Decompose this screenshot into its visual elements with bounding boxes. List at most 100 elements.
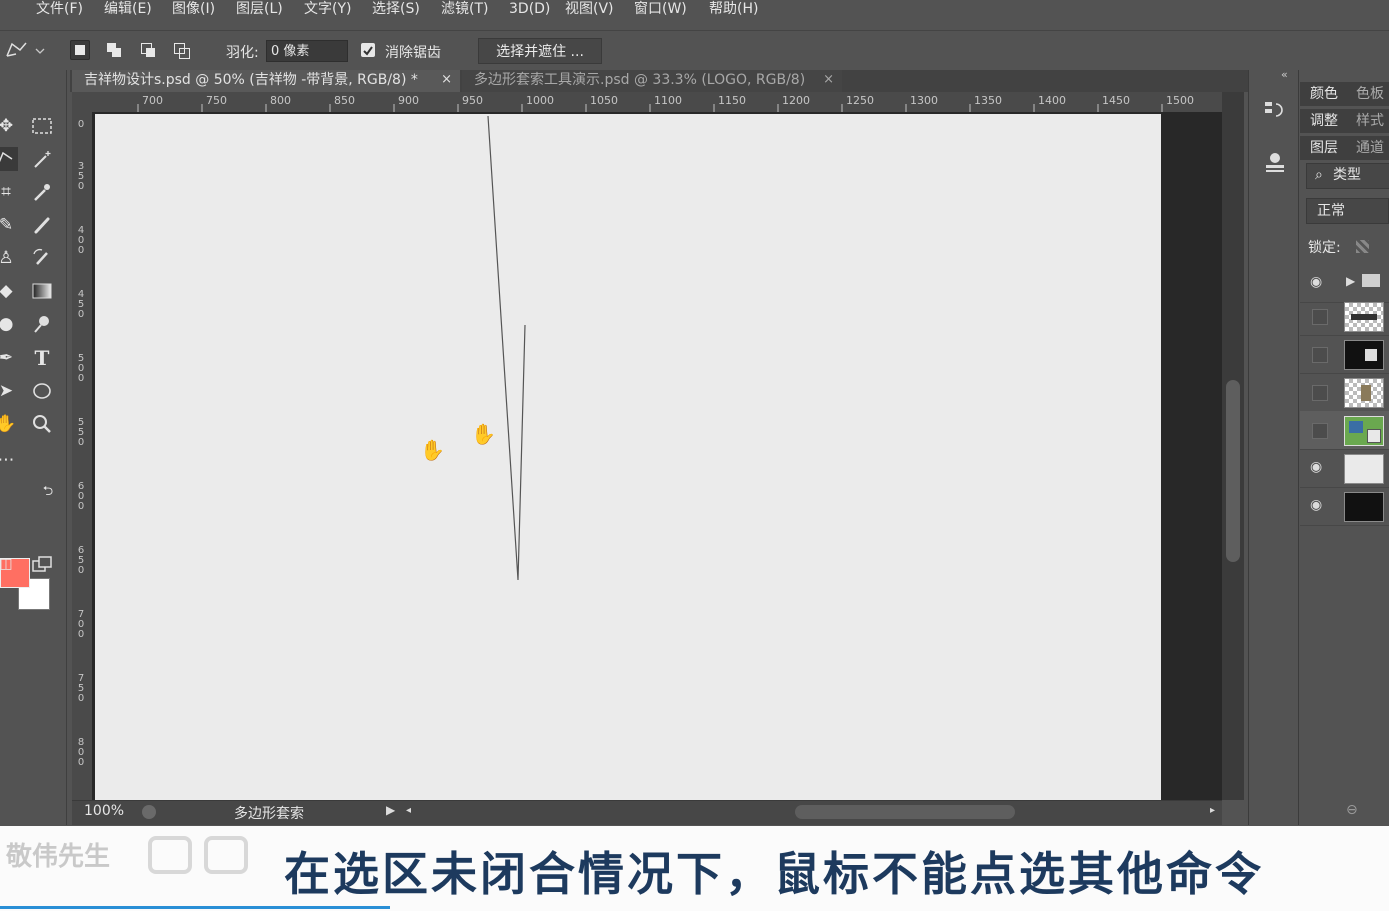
polygonal-lasso-preset-icon[interactable] (4, 40, 46, 62)
dodge-tool-icon[interactable] (30, 312, 54, 336)
status-menu-arrow-icon[interactable]: ▶ (386, 803, 395, 817)
menu-layer[interactable]: 图层(L) (236, 0, 283, 18)
layer-thumbnail (1344, 340, 1384, 370)
history-panel-icon[interactable] (1263, 98, 1287, 122)
ruler-tick: 700 (77, 609, 85, 640)
lock-transparency-icon[interactable] (1356, 240, 1369, 253)
ruler-tick: 350 (77, 161, 85, 192)
layer-thumbnail (1344, 302, 1384, 332)
eye-icon[interactable]: ◉ (1310, 274, 1322, 290)
intersect-selection-button[interactable] (171, 40, 191, 60)
zoom-level[interactable]: 100% (84, 803, 124, 819)
document-canvas[interactable]: ✋ ✋ (95, 114, 1161, 800)
feather-label: 羽化: (226, 45, 259, 61)
menu-3d[interactable]: 3D(D) (509, 0, 550, 18)
scroll-left-icon[interactable]: ◂ (406, 805, 411, 816)
hand-tool-icon[interactable]: ✋ (0, 412, 18, 436)
swap-colors-icon[interactable]: ⮌ (36, 480, 60, 504)
tab-mascot-design[interactable]: 吉祥物设计s.psd @ 50% (吉祥物 -带背景, RGB/8) * × (72, 70, 460, 92)
healing-brush-icon[interactable]: ✎ (0, 213, 18, 237)
layer-thumbnail (1344, 454, 1384, 484)
ruler-ticks-graphic (137, 104, 1163, 112)
status-tool-name: 多边形套索 (234, 806, 304, 822)
menu-edit[interactable]: 编辑(E) (104, 0, 152, 18)
properties-panel-icon[interactable] (1263, 150, 1287, 174)
bilibili-logo (146, 832, 266, 878)
new-selection-button[interactable] (70, 40, 90, 60)
layer-row[interactable]: ◉ (1300, 449, 1389, 488)
tab-adjustments[interactable]: 调整 (1310, 109, 1338, 133)
expand-arrow-icon[interactable]: ▶ (1346, 274, 1355, 288)
menu-filter[interactable]: 滤镜(T) (441, 0, 488, 18)
share-icon[interactable] (142, 805, 156, 819)
lock-label: 锁定: (1308, 240, 1341, 256)
marquee-tool-icon[interactable] (30, 114, 54, 138)
visibility-toggle[interactable] (1312, 423, 1328, 439)
tab-layers[interactable]: 图层 (1310, 136, 1338, 160)
collapse-icon[interactable]: « (1281, 68, 1288, 81)
select-and-mask-button[interactable]: 选择并遮住 ... (478, 38, 602, 64)
eye-icon[interactable]: ◉ (1310, 459, 1322, 475)
eraser-icon[interactable]: ◆ (0, 279, 18, 303)
layer-row[interactable] (1300, 335, 1389, 374)
menu-type[interactable]: 文字(Y) (304, 0, 351, 18)
blur-tool-icon[interactable]: ● (0, 312, 18, 336)
pen-tool-icon[interactable]: ✒ (0, 346, 18, 370)
gradient-tool-icon[interactable] (30, 279, 54, 303)
vertical-scroll-thumb[interactable] (1226, 380, 1240, 562)
crop-tool-icon[interactable]: ⌗ (0, 180, 18, 204)
tab-label: 多边形套索工具演示.psd @ 33.3% (LOGO, RGB/8) (474, 72, 806, 88)
screen-mode-icon[interactable] (30, 552, 54, 576)
eyedropper-icon[interactable] (30, 180, 54, 204)
tab-color[interactable]: 颜色 (1310, 82, 1338, 106)
layer-row[interactable] (1300, 297, 1389, 336)
move-tool-icon[interactable]: ✥ (0, 114, 18, 138)
menu-file[interactable]: 文件(F) (36, 0, 83, 18)
type-tool-icon[interactable]: T (30, 346, 54, 370)
horizontal-scroll-thumb[interactable] (795, 805, 1015, 819)
visibility-toggle[interactable] (1312, 385, 1328, 401)
tab-swatches[interactable]: 色板 (1356, 82, 1384, 106)
quick-mask-icon[interactable]: ◫ (0, 552, 18, 576)
ruler-tick: 650 (77, 545, 85, 576)
clone-stamp-icon[interactable]: ♙ (0, 246, 18, 270)
menu-select[interactable]: 选择(S) (372, 0, 420, 18)
menu-image[interactable]: 图像(I) (172, 0, 215, 18)
feather-input[interactable]: 0 像素 (266, 40, 348, 62)
close-icon[interactable]: × (441, 70, 452, 90)
menu-window[interactable]: 窗口(W) (634, 0, 687, 18)
blend-mode-dropdown[interactable]: 正常 (1306, 198, 1389, 224)
link-layers-icon[interactable]: ⊖ (1346, 802, 1358, 818)
layer-row[interactable]: ◉ (1300, 487, 1389, 526)
lasso-path-graphic (487, 115, 526, 581)
menu-help[interactable]: 帮助(H) (709, 0, 758, 18)
tab-polygon-lasso-demo[interactable]: 多边形套索工具演示.psd @ 33.3% (LOGO, RGB/8) × (462, 70, 842, 92)
layer-filter-dropdown[interactable]: ⌕ 类型 (1306, 163, 1389, 189)
ellipse-tool-icon[interactable] (30, 379, 54, 403)
magic-wand-icon[interactable] (30, 147, 54, 171)
add-to-selection-button[interactable] (104, 40, 124, 60)
subtract-from-selection-button[interactable] (138, 40, 158, 60)
menu-view[interactable]: 视图(V) (565, 0, 614, 18)
adjust-panel-tabs: 调整 样式 (1300, 109, 1389, 133)
progress-line (0, 906, 390, 909)
brush-tool-icon[interactable] (30, 213, 54, 237)
layers-panel-tabs: 图层 通道 (1300, 136, 1389, 160)
layer-row-selected[interactable] (1300, 411, 1389, 450)
ruler-tick: 450 (77, 289, 85, 320)
lasso-tool-icon[interactable] (0, 147, 18, 171)
path-selection-icon[interactable]: ➤ (0, 379, 18, 403)
layer-row[interactable] (1300, 373, 1389, 412)
more-tools-icon[interactable]: ⋯ (0, 448, 18, 472)
visibility-toggle[interactable] (1312, 347, 1328, 363)
antialias-checkbox[interactable] (361, 43, 375, 57)
eye-icon[interactable]: ◉ (1310, 497, 1322, 513)
tab-styles[interactable]: 样式 (1356, 109, 1384, 133)
search-icon: ⌕ (1315, 167, 1323, 183)
close-icon[interactable]: × (823, 70, 834, 90)
tab-channels[interactable]: 通道 (1356, 136, 1384, 160)
zoom-tool-icon[interactable] (30, 412, 54, 436)
scroll-right-icon[interactable]: ▸ (1210, 805, 1215, 816)
visibility-toggle[interactable] (1312, 309, 1328, 325)
history-brush-icon[interactable] (30, 246, 54, 270)
